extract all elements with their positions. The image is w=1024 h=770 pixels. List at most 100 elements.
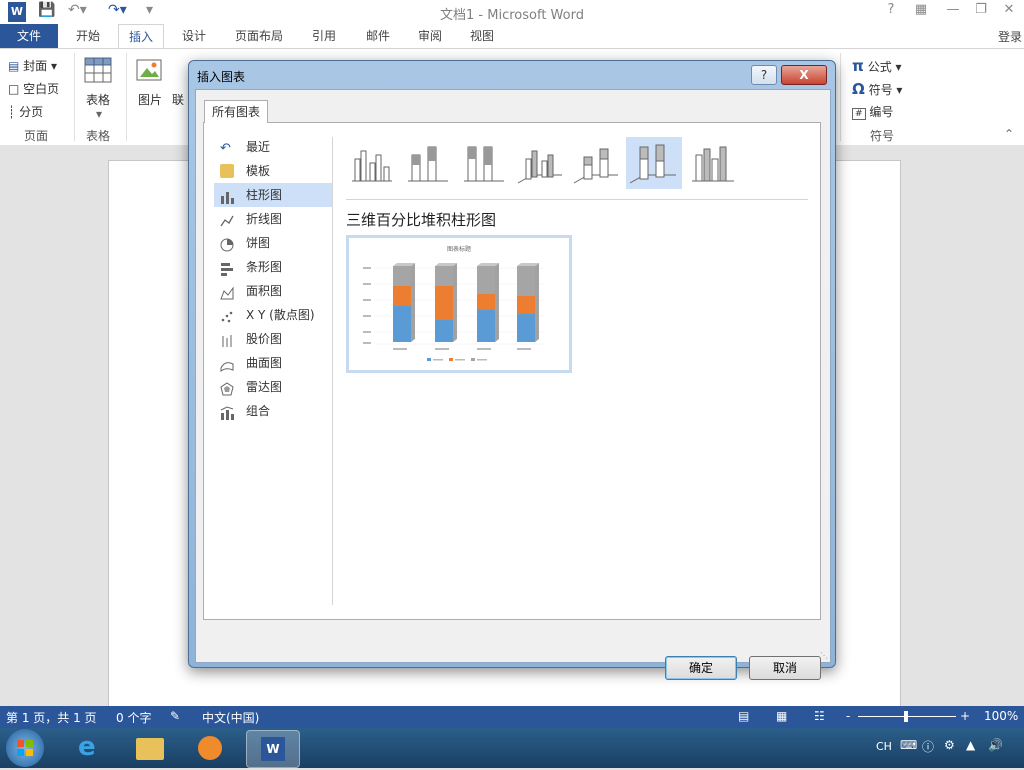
tab-mailings[interactable]: 邮件 xyxy=(356,24,400,48)
ribbon-tabs: 文件 开始 插入 设计 页面布局 引用 邮件 审阅 视图 登录 xyxy=(0,24,1024,49)
category-bar[interactable]: 条形图 xyxy=(214,255,332,279)
zoom-level[interactable]: 100% xyxy=(984,709,1018,723)
zoom-in-button[interactable]: + xyxy=(960,709,970,723)
column-chart-icon xyxy=(220,188,234,204)
start-button[interactable] xyxy=(6,729,44,767)
media-player-taskbar-icon[interactable] xyxy=(184,730,236,766)
ribbon-separator xyxy=(126,53,127,141)
dialog-help-button[interactable]: ? xyxy=(751,65,777,85)
3d-stacked-column-icon xyxy=(573,148,618,184)
read-mode-icon[interactable]: ▤ xyxy=(738,709,749,723)
proofing-icon[interactable]: ✎ xyxy=(170,709,180,723)
collapse-ribbon-icon[interactable]: ⌃ xyxy=(1004,127,1014,141)
ie-taskbar-icon[interactable]: e xyxy=(64,730,116,766)
pi-icon: π xyxy=(852,57,864,75)
picture-icon[interactable] xyxy=(136,57,164,83)
stacked-column-icon xyxy=(408,146,448,182)
table-button[interactable]: 表格 xyxy=(86,91,110,108)
ok-button[interactable]: 确定 xyxy=(665,656,737,680)
web-layout-icon[interactable]: ☷ xyxy=(814,709,825,723)
page-break-button[interactable]: ┊ 分页 xyxy=(8,103,43,120)
help-tray-icon[interactable]: ⓘ xyxy=(922,738,934,755)
category-recent[interactable]: ↶ 最近 xyxy=(214,135,332,159)
stock-chart-icon xyxy=(220,332,234,347)
equation-button[interactable]: π 公式 ▾ xyxy=(852,57,902,75)
tab-layout[interactable]: 页面布局 xyxy=(226,24,292,48)
subtype-separator xyxy=(346,199,808,200)
zoom-slider-thumb[interactable] xyxy=(904,711,908,722)
category-pie[interactable]: 饼图 xyxy=(214,231,332,255)
clustered-column-thumbnail[interactable] xyxy=(346,137,398,189)
taskbar: e W CH ⌨ ⓘ ⚙ ▲ 🔊 xyxy=(0,728,1024,768)
category-surface[interactable]: 曲面图 xyxy=(214,351,332,375)
group-label-symbols: 符号 xyxy=(870,129,895,143)
category-combo[interactable]: 组合 xyxy=(214,399,332,423)
category-templates[interactable]: 模板 xyxy=(214,159,332,183)
tab-insert[interactable]: 插入 xyxy=(118,24,164,49)
number-button[interactable]: # 编号 xyxy=(852,103,893,120)
keyboard-icon[interactable]: ⌨ xyxy=(900,738,917,752)
omega-icon: Ω xyxy=(852,80,865,98)
zoom-out-button[interactable]: - xyxy=(846,709,850,723)
3d-column-icon xyxy=(692,146,734,182)
blank-page-button[interactable]: □ 空白页 xyxy=(8,80,59,97)
dialog-close-button[interactable]: X xyxy=(781,65,827,85)
word-count[interactable]: 0 个字 xyxy=(116,709,151,726)
chart-subtype-name: 三维百分比堆积柱形图 xyxy=(346,211,497,229)
chart-preview[interactable]: 图表标题 xyxy=(346,235,572,373)
line-chart-icon xyxy=(220,212,234,227)
ribbon-separator xyxy=(840,53,841,141)
tab-review[interactable]: 审阅 xyxy=(408,24,452,48)
volume-icon[interactable]: 🔊 xyxy=(988,738,1003,752)
cover-page-icon: ▤ xyxy=(8,59,20,73)
folder-icon xyxy=(220,164,234,178)
area-chart-icon xyxy=(220,284,234,300)
tab-file[interactable]: 文件 xyxy=(0,24,58,48)
category-radar[interactable]: 雷达图 xyxy=(214,375,332,399)
tab-all-charts[interactable]: 所有图表 xyxy=(204,100,268,123)
tab-design[interactable]: 设计 xyxy=(172,24,216,48)
blank-page-icon: □ xyxy=(8,82,20,96)
category-column[interactable]: 柱形图 xyxy=(214,183,332,207)
tab-home[interactable]: 开始 xyxy=(64,24,112,48)
3d-percent-stacked-column-thumbnail[interactable] xyxy=(626,137,682,189)
category-list: ↶ 最近 模板 柱形图 折线图 饼图 条形图 面积图 X Y (散点图) 股价图 … xyxy=(214,135,332,423)
table-dropdown-icon[interactable]: ▾ xyxy=(96,107,102,121)
login-link[interactable]: 登录 xyxy=(998,28,1022,45)
tab-references[interactable]: 引用 xyxy=(302,24,346,48)
cover-page-button[interactable]: ▤ 封面 ▾ xyxy=(8,57,57,74)
cancel-button[interactable]: 取消 xyxy=(749,656,821,680)
print-layout-icon[interactable]: ▦ xyxy=(776,709,787,723)
category-scatter[interactable]: X Y (散点图) xyxy=(214,303,332,327)
language-indicator[interactable]: 中文(中国) xyxy=(202,709,259,726)
symbol-button[interactable]: Ω 符号 ▾ xyxy=(852,80,902,98)
settings-tray-icon[interactable]: ⚙ xyxy=(944,738,955,752)
explorer-taskbar-icon[interactable] xyxy=(124,730,176,766)
3d-clustered-column-thumbnail[interactable] xyxy=(514,137,566,189)
percent-stacked-column-icon xyxy=(464,146,504,182)
3d-column-thumbnail[interactable] xyxy=(688,137,740,189)
close-window-icon[interactable]: ✕ xyxy=(998,2,1020,22)
help-button[interactable]: ? xyxy=(880,2,902,22)
category-area[interactable]: 面积图 xyxy=(214,279,332,303)
picture-button[interactable]: 图片 xyxy=(138,91,162,108)
dialog-title: 插入图表 xyxy=(197,70,246,84)
resize-grip-icon[interactable]: ⋱ xyxy=(820,651,828,660)
tray-expand-icon[interactable]: ▲ xyxy=(966,738,975,752)
tab-view[interactable]: 视图 xyxy=(460,24,504,48)
category-stock[interactable]: 股价图 xyxy=(214,327,332,351)
scatter-chart-icon xyxy=(220,308,234,323)
minimize-icon[interactable]: — xyxy=(942,2,964,22)
table-icon[interactable] xyxy=(84,57,114,83)
percent-stacked-column-thumbnail[interactable] xyxy=(458,137,510,189)
stacked-column-thumbnail[interactable] xyxy=(402,137,454,189)
ime-indicator[interactable]: CH xyxy=(876,740,892,753)
word-taskbar-icon[interactable]: W xyxy=(246,730,300,768)
preview-chart-graphic xyxy=(363,263,545,361)
category-line[interactable]: 折线图 xyxy=(214,207,332,231)
3d-stacked-column-thumbnail[interactable] xyxy=(570,137,622,189)
ribbon-display-icon[interactable]: ▦ xyxy=(910,2,932,22)
page-count[interactable]: 第 1 页，共 1 页 xyxy=(6,709,97,726)
restore-icon[interactable]: ❐ xyxy=(970,2,992,22)
online-pictures-button[interactable]: 联 xyxy=(172,91,184,108)
